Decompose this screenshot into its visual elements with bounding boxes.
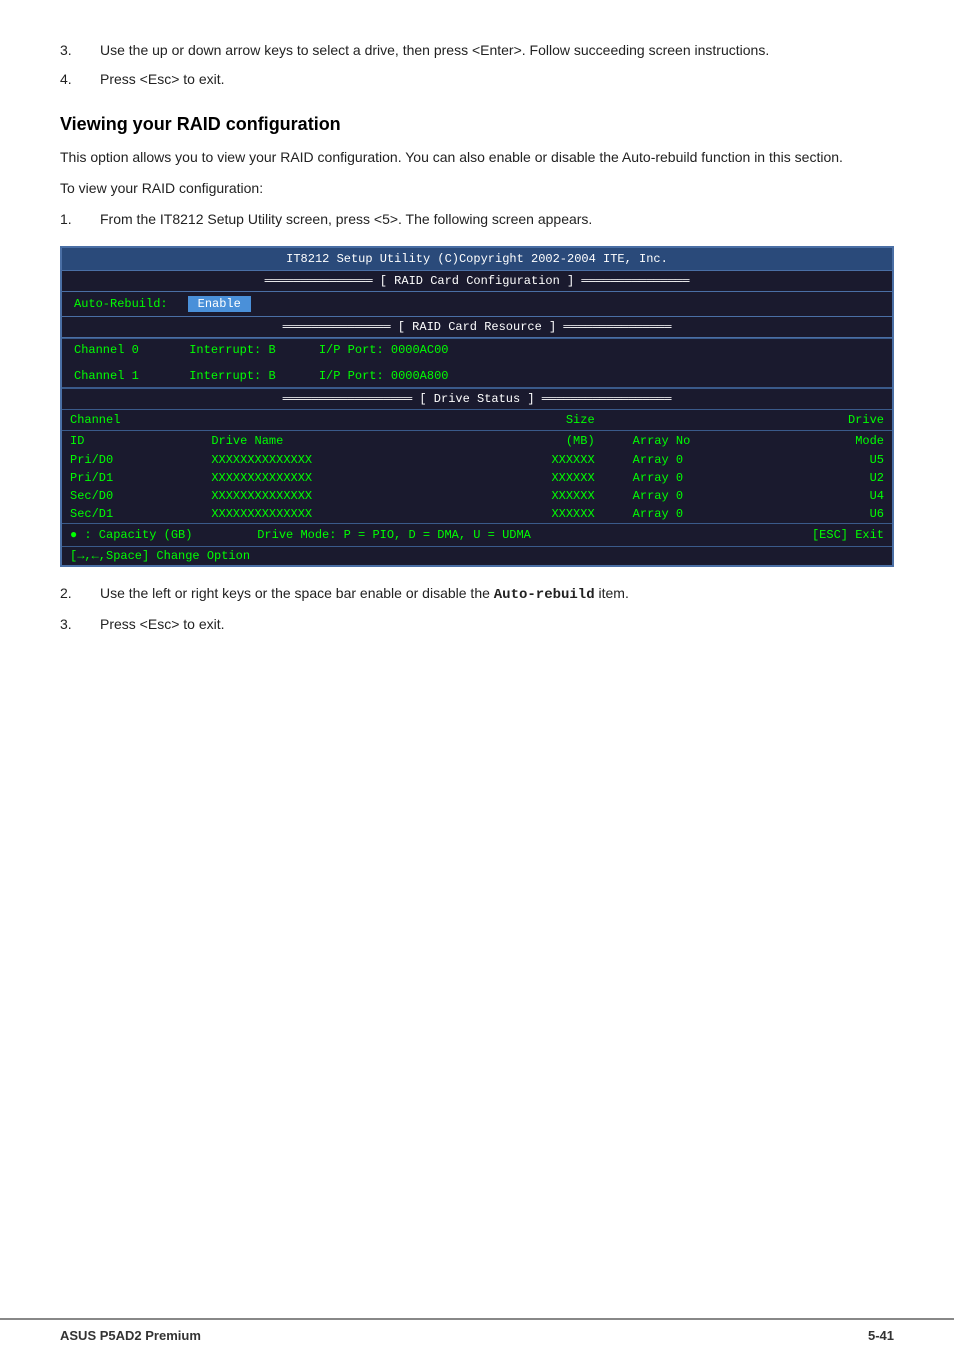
channel-1-row: Channel 1 Interrupt: B I/P Port: 0000A80… bbox=[62, 365, 892, 387]
channel-0-label: Channel 0 bbox=[74, 343, 182, 357]
footer-left: ASUS P5AD2 Premium bbox=[60, 1328, 201, 1343]
drive-pri-d0-name: XXXXXXXXXXXXXX bbox=[203, 451, 452, 469]
auto-rebuild-value: Enable bbox=[188, 296, 251, 312]
drive-sec-d1-name: XXXXXXXXXXXXXX bbox=[203, 505, 452, 523]
section-para-2: To view your RAID configuration: bbox=[60, 178, 894, 199]
drive-pri-d0-mode: U5 bbox=[781, 451, 892, 469]
auto-rebuild-label: Auto-Rebuild: bbox=[74, 297, 168, 311]
auto-rebuild-bold: Auto-rebuild bbox=[494, 587, 595, 603]
list-item-bottom-3: 3. Press <Esc> to exit. bbox=[60, 614, 894, 635]
drive-sec-d0-mode: U4 bbox=[781, 487, 892, 505]
drive-pri-d1-mode: U2 bbox=[781, 469, 892, 487]
drive-pri-d1-id: Pri/D1 bbox=[62, 469, 203, 487]
col-mode: Mode bbox=[781, 431, 892, 452]
raid-config-title: ═══════════════ [ RAID Card Configuratio… bbox=[62, 270, 892, 292]
resource-section: Channel 0 Interrupt: B I/P Port: 0000AC0… bbox=[62, 338, 892, 388]
drive-row-pri-d0: Pri/D0 XXXXXXXXXXXXXX XXXXXX Array 0 U5 bbox=[62, 451, 892, 469]
col-drive-name: Drive Name bbox=[203, 431, 452, 452]
list-item-step1: 1. From the IT8212 Setup Utility screen,… bbox=[60, 209, 894, 230]
auto-rebuild-row: Auto-Rebuild: Enable bbox=[62, 292, 892, 316]
drive-sec-d0-array: Array 0 bbox=[625, 487, 782, 505]
col-spacer bbox=[203, 410, 452, 431]
channel-0-row: Channel 0 Interrupt: B I/P Port: 0000AC0… bbox=[62, 339, 892, 361]
terminal-footer-right: [ESC] Exit bbox=[812, 528, 884, 542]
channel-1-interrupt: Interrupt: B bbox=[189, 369, 311, 383]
drive-pri-d0-size: XXXXXX bbox=[452, 451, 625, 469]
col-mb: (MB) bbox=[452, 431, 625, 452]
drive-pri-d0-array: Array 0 bbox=[625, 451, 782, 469]
terminal-header: IT8212 Setup Utility (C)Copyright 2002-2… bbox=[62, 248, 892, 270]
drive-sec-d1-array: Array 0 bbox=[625, 505, 782, 523]
col-id: ID bbox=[62, 431, 203, 452]
drive-row-sec-d1: Sec/D1 XXXXXXXXXXXXXX XXXXXX Array 0 U6 bbox=[62, 505, 892, 523]
col-size-label: Size bbox=[452, 410, 625, 431]
drive-sec-d1-mode: U6 bbox=[781, 505, 892, 523]
drive-table: Channel Size Drive ID Drive Name (MB) Ar… bbox=[62, 410, 892, 523]
drive-sec-d0-name: XXXXXXXXXXXXXX bbox=[203, 487, 452, 505]
drive-sec-d1-size: XXXXXX bbox=[452, 505, 625, 523]
footer-right: 5-41 bbox=[868, 1328, 894, 1343]
terminal-screenshot: IT8212 Setup Utility (C)Copyright 2002-2… bbox=[60, 246, 894, 567]
channel-1-port: I/P Port: 0000A800 bbox=[319, 369, 449, 383]
section-title: Viewing your RAID configuration bbox=[60, 114, 894, 135]
col-drive-label: Drive bbox=[781, 410, 892, 431]
list-item-3: 3. Use the up or down arrow keys to sele… bbox=[60, 40, 894, 61]
col-array-no: Array No bbox=[625, 431, 782, 452]
drive-table-header-row-2: ID Drive Name (MB) Array No Mode bbox=[62, 431, 892, 452]
drive-table-body: Pri/D0 XXXXXXXXXXXXXX XXXXXX Array 0 U5 … bbox=[62, 451, 892, 523]
terminal-footer-2: [→,←,Space] Change Option bbox=[62, 546, 892, 565]
col-channel: Channel bbox=[62, 410, 203, 431]
drive-pri-d1-name: XXXXXXXXXXXXXX bbox=[203, 469, 452, 487]
list-item-4: 4. Press <Esc> to exit. bbox=[60, 69, 894, 90]
drive-pri-d1-size: XXXXXX bbox=[452, 469, 625, 487]
terminal-footer: ● : Capacity (GB) Drive Mode: P = PIO, D… bbox=[62, 523, 892, 546]
drive-row-pri-d1: Pri/D1 XXXXXXXXXXXXXX XXXXXX Array 0 U2 bbox=[62, 469, 892, 487]
raid-resource-title: ═══════════════ [ RAID Card Resource ] ═… bbox=[62, 316, 892, 338]
drive-table-header-row-1: Channel Size Drive bbox=[62, 410, 892, 431]
drive-status-title: ══════════════════ [ Drive Status ] ════… bbox=[62, 389, 892, 410]
channel-1-label: Channel 1 bbox=[74, 369, 182, 383]
drive-sec-d1-id: Sec/D1 bbox=[62, 505, 203, 523]
drive-status-section: ══════════════════ [ Drive Status ] ════… bbox=[62, 388, 892, 523]
list-item-bottom-2: 2. Use the left or right keys or the spa… bbox=[60, 583, 894, 606]
drive-sec-d0-id: Sec/D0 bbox=[62, 487, 203, 505]
channel-0-port: I/P Port: 0000AC00 bbox=[319, 343, 449, 357]
drive-sec-d0-size: XXXXXX bbox=[452, 487, 625, 505]
drive-pri-d0-id: Pri/D0 bbox=[62, 451, 203, 469]
drive-pri-d1-array: Array 0 bbox=[625, 469, 782, 487]
section-para-1: This option allows you to view your RAID… bbox=[60, 147, 894, 168]
channel-0-interrupt: Interrupt: B bbox=[189, 343, 311, 357]
col-array-label bbox=[625, 410, 782, 431]
terminal-footer-left: ● : Capacity (GB) Drive Mode: P = PIO, D… bbox=[70, 528, 531, 542]
drive-row-sec-d0: Sec/D0 XXXXXXXXXXXXXX XXXXXX Array 0 U4 bbox=[62, 487, 892, 505]
page-footer: ASUS P5AD2 Premium 5-41 bbox=[0, 1318, 954, 1351]
